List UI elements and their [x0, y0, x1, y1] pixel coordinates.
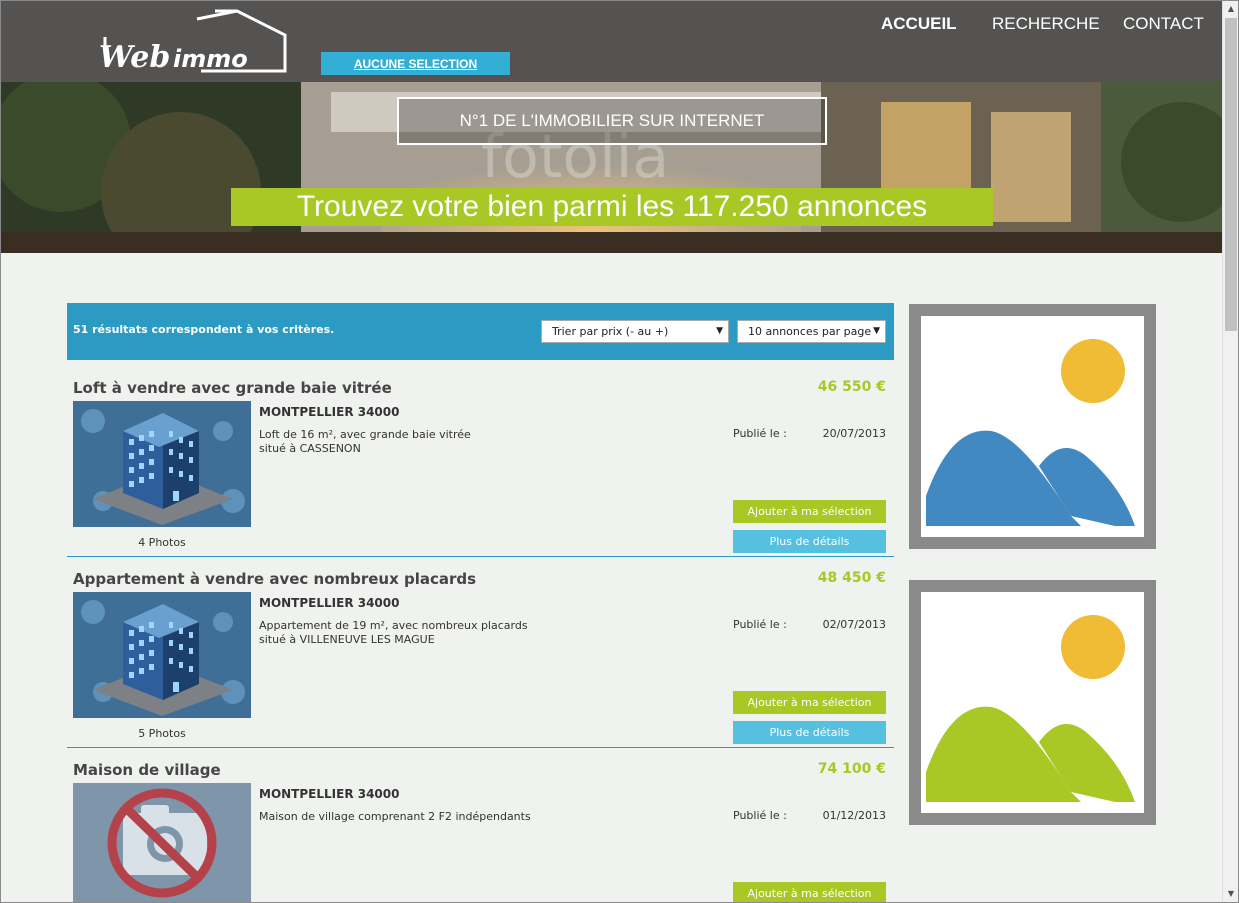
- hero-banner: fotolia N°1 DE L'IMMOBILIER SUR INTERNET…: [1, 82, 1222, 253]
- scroll-down-icon[interactable]: ▼: [1223, 886, 1239, 902]
- image-placeholder-icon: [926, 615, 1135, 802]
- page-scrollbar[interactable]: ▲ ▼: [1222, 1, 1238, 902]
- sidebar-image-placeholder[interactable]: [909, 580, 1156, 825]
- nav-recherche[interactable]: RECHERCHE: [992, 14, 1100, 34]
- photo-count: 4 Photos: [138, 536, 186, 549]
- listing-description: Maison de village comprenant 2 F2 indépe…: [259, 810, 531, 823]
- listing-title[interactable]: Maison de village: [73, 761, 221, 779]
- chevron-down-icon: ▼: [716, 326, 723, 336]
- photo-count: 5 Photos: [138, 727, 186, 740]
- listing-city: MONTPELLIER 34000: [259, 787, 400, 801]
- listing-price: 46 550 €: [817, 379, 886, 395]
- published-date: 20/07/2013: [822, 427, 886, 440]
- hero-headline: Trouvez votre bien parmi les 117.250 ann…: [231, 188, 993, 226]
- details-button[interactable]: Plus de détails: [733, 721, 886, 744]
- chevron-down-icon: ▼: [873, 326, 880, 336]
- details-button[interactable]: Plus de détails: [733, 530, 886, 553]
- nav-accueil[interactable]: ACCUEIL: [881, 14, 957, 34]
- listing-description: Loft de 16 m², avec grande baie vitrée s…: [259, 428, 471, 455]
- listing-description: Appartement de 19 m², avec nombreux plac…: [259, 619, 528, 646]
- published-label: Publié le :: [733, 809, 787, 822]
- listing-city: MONTPELLIER 34000: [259, 405, 400, 419]
- selection-button[interactable]: AUCUNE SELECTION: [321, 52, 510, 75]
- listing-price: 74 100 €: [817, 761, 886, 777]
- add-to-selection-button[interactable]: Ajouter à ma sélection: [733, 500, 886, 523]
- site-header: Web immo AUCUNE SELECTION ACCUEIL RECHER…: [1, 1, 1222, 82]
- listing-card: Loft à vendre avec grande baie vitrée 46…: [67, 366, 894, 557]
- per-page-select[interactable]: 10 annonces par page ▼: [737, 320, 886, 343]
- published-label: Publié le :: [733, 427, 787, 440]
- listing-card: Appartement à vendre avec nombreux placa…: [67, 557, 894, 748]
- hero-tagline: N°1 DE L'IMMOBILIER SUR INTERNET: [397, 97, 827, 145]
- published-label: Publié le :: [733, 618, 787, 631]
- webimmo-logo[interactable]: Web immo: [97, 9, 287, 75]
- listing-title[interactable]: Loft à vendre avec grande baie vitrée: [73, 379, 392, 397]
- scroll-thumb[interactable]: [1225, 18, 1237, 331]
- svg-text:immo: immo: [173, 45, 248, 73]
- scroll-up-icon[interactable]: ▲: [1223, 1, 1239, 17]
- results-count: 51 résultats correspondent à vos critère…: [73, 323, 335, 336]
- svg-text:Web: Web: [99, 40, 170, 75]
- published-date: 02/07/2013: [822, 618, 886, 631]
- add-to-selection-button[interactable]: Ajouter à ma sélection: [733, 691, 886, 714]
- listing-city: MONTPELLIER 34000: [259, 596, 400, 610]
- building-icon[interactable]: [73, 401, 251, 527]
- published-date: 01/12/2013: [822, 809, 886, 822]
- results-bar: 51 résultats correspondent à vos critère…: [67, 303, 894, 360]
- nav-contact[interactable]: CONTACT: [1123, 14, 1204, 34]
- no-photo-icon[interactable]: [73, 783, 251, 903]
- add-to-selection-button[interactable]: Ajouter à ma sélection: [733, 882, 886, 903]
- sort-select[interactable]: Trier par prix (- au +) ▼: [541, 320, 729, 343]
- building-icon[interactable]: [73, 592, 251, 718]
- listing-title[interactable]: Appartement à vendre avec nombreux placa…: [73, 570, 476, 588]
- listing-card: Maison de village 74 100 € MONTPELLIER 3…: [67, 748, 894, 903]
- sidebar-image-placeholder[interactable]: [909, 304, 1156, 549]
- image-placeholder-icon: [926, 339, 1135, 526]
- listing-price: 48 450 €: [817, 570, 886, 586]
